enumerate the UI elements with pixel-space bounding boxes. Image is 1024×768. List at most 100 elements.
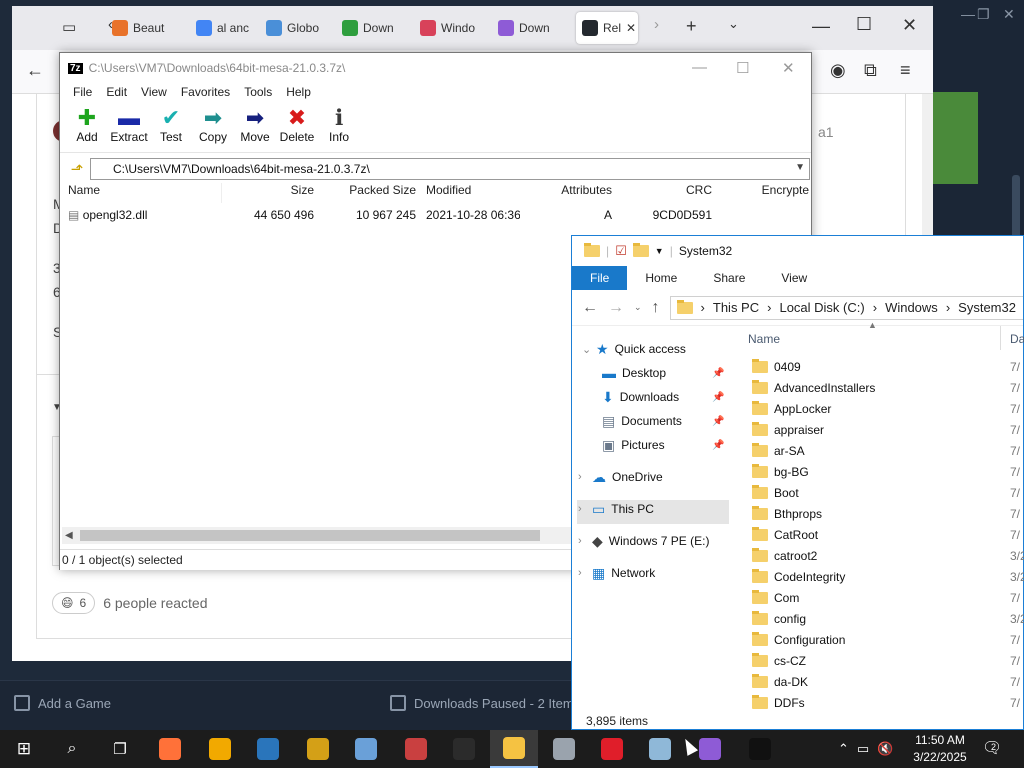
browser-tab[interactable]: Down xyxy=(342,12,414,44)
breadcrumb-item[interactable]: System32 xyxy=(958,300,1016,315)
taskbar-app-button[interactable] xyxy=(392,730,440,768)
expand-icon[interactable]: › xyxy=(578,567,582,579)
minimize-icon[interactable]: — xyxy=(692,59,707,76)
scroll-thumb[interactable] xyxy=(80,530,540,541)
breadcrumb-item[interactable]: Windows xyxy=(885,300,938,315)
browser-tab[interactable]: Globo xyxy=(266,12,336,44)
close-icon[interactable]: ✕ xyxy=(1003,6,1015,23)
tab-list-icon[interactable]: ▭ xyxy=(62,18,76,36)
list-item[interactable]: Boot 7/ xyxy=(752,482,1024,503)
nav-item-this-pc[interactable]: › ▭ This PC xyxy=(578,498,654,520)
list-item[interactable]: Configuration 7/ xyxy=(752,629,1024,650)
nav-item-pictures[interactable]: ▣ Pictures 📌 xyxy=(602,434,724,456)
list-item[interactable]: AppLocker 7/ xyxy=(752,398,1024,419)
extensions-icon[interactable]: ⧉ xyxy=(864,60,877,81)
nav-item-onedrive[interactable]: › ☁ OneDrive xyxy=(578,466,663,488)
account-icon[interactable]: ◉ xyxy=(830,60,846,81)
menu-icon[interactable]: ≡ xyxy=(900,60,911,81)
taskbar-app-button[interactable] xyxy=(146,730,194,768)
column-size[interactable]: Size xyxy=(222,183,318,203)
taskbar-app-button[interactable] xyxy=(196,730,244,768)
downloads-status[interactable]: Downloads Paused - 2 Items xyxy=(390,695,580,711)
volume-muted-icon[interactable]: 🔇 xyxy=(877,741,893,757)
restore-icon[interactable]: ❐ xyxy=(977,6,990,23)
ribbon-tab-home[interactable]: Home xyxy=(627,266,695,290)
expand-icon[interactable]: › xyxy=(578,471,582,483)
list-item[interactable]: cs-CZ 7/ xyxy=(752,650,1024,671)
menu-item-view[interactable]: View xyxy=(134,83,174,103)
browser-tab[interactable]: Windo xyxy=(420,12,492,44)
browser-tab[interactable]: Rel ✕ xyxy=(576,12,638,44)
list-item[interactable]: CatRoot 7/ xyxy=(752,524,1024,545)
horizontal-scrollbar[interactable]: ◀ xyxy=(62,527,572,544)
move-button[interactable]: ➡ Move xyxy=(234,103,276,152)
add-game-button[interactable]: Add a Game xyxy=(14,695,111,711)
expand-icon[interactable]: › xyxy=(578,535,582,547)
browser-tab[interactable]: Down xyxy=(498,12,568,44)
reaction-button[interactable]: 😄 6 xyxy=(52,592,96,614)
menu-item-edit[interactable]: Edit xyxy=(99,83,134,103)
taskbar-app-button[interactable] xyxy=(440,730,488,768)
taskbar-app-button[interactable] xyxy=(490,730,538,768)
copy-button[interactable]: ➡ Copy xyxy=(192,103,234,152)
back-arrow-icon[interactable]: ← xyxy=(26,60,44,81)
back-arrow-icon[interactable]: ← xyxy=(582,299,598,317)
nav-item-documents[interactable]: ▤ Documents 📌 xyxy=(602,410,724,432)
extract-button[interactable]: ▬ Extract xyxy=(108,103,150,152)
maximize-icon[interactable]: ☐ xyxy=(736,59,749,77)
clock[interactable]: 11:50 AM 3/22/2025 xyxy=(905,732,975,766)
column-crc[interactable]: CRC xyxy=(616,183,716,203)
breadcrumb-item[interactable]: This PC xyxy=(713,300,759,315)
column-attributes[interactable]: Attributes xyxy=(520,183,616,203)
list-item[interactable]: config 3/2 xyxy=(752,608,1024,629)
ribbon-tab-file[interactable]: File xyxy=(572,266,628,290)
nav-item-network[interactable]: › ▦ Network xyxy=(578,562,655,584)
info-button[interactable]: ℹ Info xyxy=(318,103,360,152)
list-item[interactable]: Com 7/ xyxy=(752,587,1024,608)
task-view-button[interactable]: ❐ xyxy=(96,730,144,768)
list-item[interactable]: catroot2 3/2 xyxy=(752,545,1024,566)
minimize-icon[interactable]: — xyxy=(961,6,975,22)
maximize-icon[interactable]: ☐ xyxy=(856,14,872,35)
ribbon-tab-share[interactable]: Share xyxy=(695,266,763,290)
search-button[interactable]: ⌕ xyxy=(48,730,96,768)
network-icon[interactable]: ▭ xyxy=(857,741,869,757)
column-date[interactable]: Da xyxy=(1010,332,1024,346)
breadcrumb[interactable]: › This PC › Local Disk (C:) › Windows › … xyxy=(669,295,1023,320)
list-item[interactable]: CodeIntegrity 3/2 xyxy=(752,566,1024,587)
chevron-up-icon[interactable]: ⌃ xyxy=(838,741,849,757)
nav-item-downloads[interactable]: ⬇ Downloads 📌 xyxy=(602,386,724,408)
notifications-button[interactable]: 🗨 2 xyxy=(982,738,1002,758)
browser-tab[interactable]: al anc xyxy=(196,12,262,44)
close-icon[interactable]: ✕ xyxy=(782,59,795,77)
taskbar-app-button[interactable] xyxy=(294,730,342,768)
delete-button[interactable]: ✖ Delete xyxy=(276,103,318,152)
up-arrow-icon[interactable]: ↑ xyxy=(652,299,660,317)
new-folder-icon[interactable] xyxy=(632,243,649,257)
nav-item-windows-7-pe-e[interactable]: › ◆ Windows 7 PE (E:) xyxy=(578,530,709,552)
menu-item-file[interactable]: File xyxy=(66,83,99,103)
list-item[interactable]: 0409 7/ xyxy=(752,356,1024,377)
test-button[interactable]: ✔ Test xyxy=(150,103,192,152)
browser-tab[interactable]: Beaut xyxy=(112,12,182,44)
expand-icon[interactable]: ⌄ xyxy=(582,343,591,356)
menu-item-favorites[interactable]: Favorites xyxy=(174,83,237,103)
recent-locations-icon[interactable]: ⌄ xyxy=(634,302,642,313)
breadcrumb-item[interactable]: Local Disk (C:) xyxy=(779,300,864,315)
taskbar-app-button[interactable] xyxy=(588,730,636,768)
list-item[interactable]: AdvancedInstallers 7/ xyxy=(752,377,1024,398)
properties-icon[interactable]: ☑ xyxy=(615,243,627,259)
menu-item-tools[interactable]: Tools xyxy=(237,83,279,103)
tab-scroll-right-icon[interactable]: › xyxy=(654,16,659,33)
close-tab-icon[interactable]: ✕ xyxy=(626,21,636,35)
column-modified[interactable]: Modified xyxy=(420,183,520,203)
game-thumbnail[interactable] xyxy=(933,92,978,184)
ribbon-tab-view[interactable]: View xyxy=(763,266,825,290)
close-icon[interactable]: ✕ xyxy=(902,15,917,36)
taskbar-app-button[interactable] xyxy=(540,730,588,768)
new-tab-icon[interactable]: + xyxy=(686,16,697,37)
taskbar-app-button[interactable] xyxy=(736,730,784,768)
chevron-down-icon[interactable]: ▼ xyxy=(655,246,664,256)
nav-item-quick-access[interactable]: ⌄ ★ Quick access xyxy=(582,338,686,360)
menu-item-help[interactable]: Help xyxy=(279,83,318,103)
